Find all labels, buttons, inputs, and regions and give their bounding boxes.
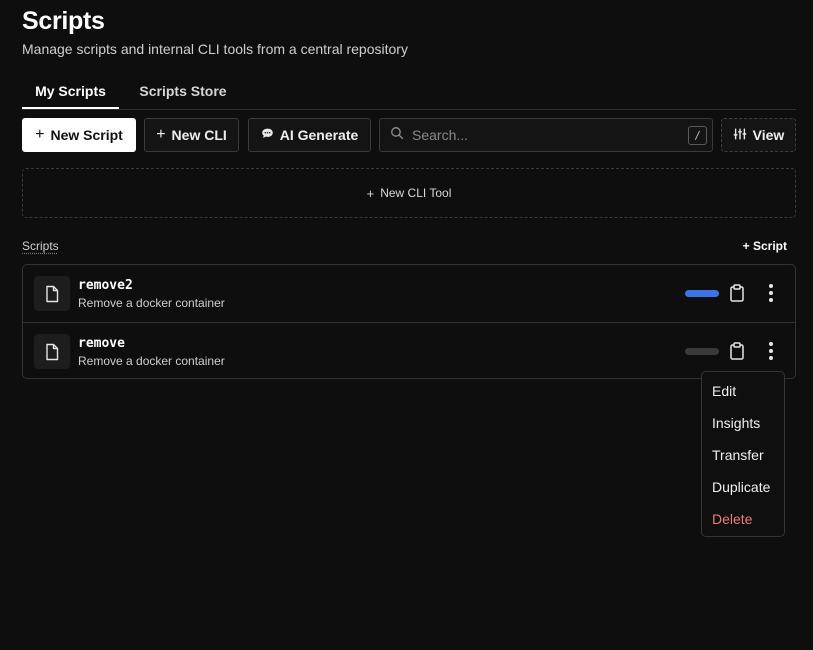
- sliders-icon: [733, 127, 747, 144]
- scripts-list: remove2 Remove a docker container remove…: [22, 264, 796, 379]
- toolbar: + New Script + New CLI AI Generate / Vie…: [22, 118, 796, 152]
- menu-item-insights[interactable]: Insights: [702, 407, 784, 439]
- plus-icon: +: [35, 126, 45, 143]
- tab-scripts-store[interactable]: Scripts Store: [127, 76, 239, 109]
- page-subtitle: Manage scripts and internal CLI tools fr…: [22, 41, 408, 57]
- menu-item-transfer[interactable]: Transfer: [702, 439, 784, 471]
- list-item[interactable]: remove Remove a docker container: [23, 322, 795, 378]
- search-icon: [390, 126, 404, 145]
- script-enabled-toggle[interactable]: [685, 290, 719, 297]
- plus-icon: +: [742, 239, 753, 253]
- add-script-label: Script: [752, 239, 787, 253]
- clipboard-icon[interactable]: [729, 342, 745, 365]
- search-shortcut-hint: /: [688, 125, 707, 145]
- view-label: View: [752, 127, 785, 143]
- menu-item-duplicate[interactable]: Duplicate: [702, 471, 784, 503]
- more-options-icon[interactable]: [763, 341, 779, 361]
- new-cli-button[interactable]: + New CLI: [144, 118, 239, 152]
- chat-bubble-icon: [261, 127, 274, 143]
- new-cli-label: New CLI: [171, 127, 227, 143]
- new-cli-tool-dropzone[interactable]: + New CLI Tool: [22, 168, 796, 218]
- search-input[interactable]: [412, 127, 688, 143]
- clipboard-icon[interactable]: [729, 284, 745, 307]
- menu-item-delete[interactable]: Delete: [702, 503, 784, 535]
- script-name: remove: [78, 336, 125, 351]
- script-description: Remove a docker container: [78, 354, 225, 368]
- new-cli-tool-label: New CLI Tool: [380, 186, 452, 200]
- tab-my-scripts[interactable]: My Scripts: [22, 76, 119, 109]
- script-name: remove2: [78, 278, 133, 293]
- script-enabled-toggle[interactable]: [685, 348, 719, 355]
- script-context-menu: Edit Insights Transfer Duplicate Delete: [701, 371, 785, 537]
- new-script-label: New Script: [50, 127, 123, 143]
- ai-generate-label: AI Generate: [279, 127, 359, 143]
- plus-icon: +: [366, 185, 375, 201]
- add-script-link[interactable]: + Script: [743, 239, 787, 253]
- scripts-page: Scripts Manage scripts and internal CLI …: [0, 0, 813, 650]
- file-icon: [34, 276, 70, 311]
- page-title: Scripts: [22, 7, 105, 35]
- more-options-icon[interactable]: [763, 283, 779, 303]
- menu-item-edit[interactable]: Edit: [702, 375, 784, 407]
- file-icon: [34, 334, 70, 369]
- list-item[interactable]: remove2 Remove a docker container: [23, 265, 795, 322]
- plus-icon: +: [156, 126, 166, 143]
- scripts-section-label: Scripts: [22, 239, 59, 253]
- ai-generate-button[interactable]: AI Generate: [248, 118, 371, 152]
- view-button[interactable]: View: [721, 118, 796, 152]
- search-box: /: [379, 118, 713, 152]
- new-script-button[interactable]: + New Script: [22, 118, 136, 152]
- tab-bar: My Scripts Scripts Store: [22, 76, 796, 110]
- script-description: Remove a docker container: [78, 296, 225, 310]
